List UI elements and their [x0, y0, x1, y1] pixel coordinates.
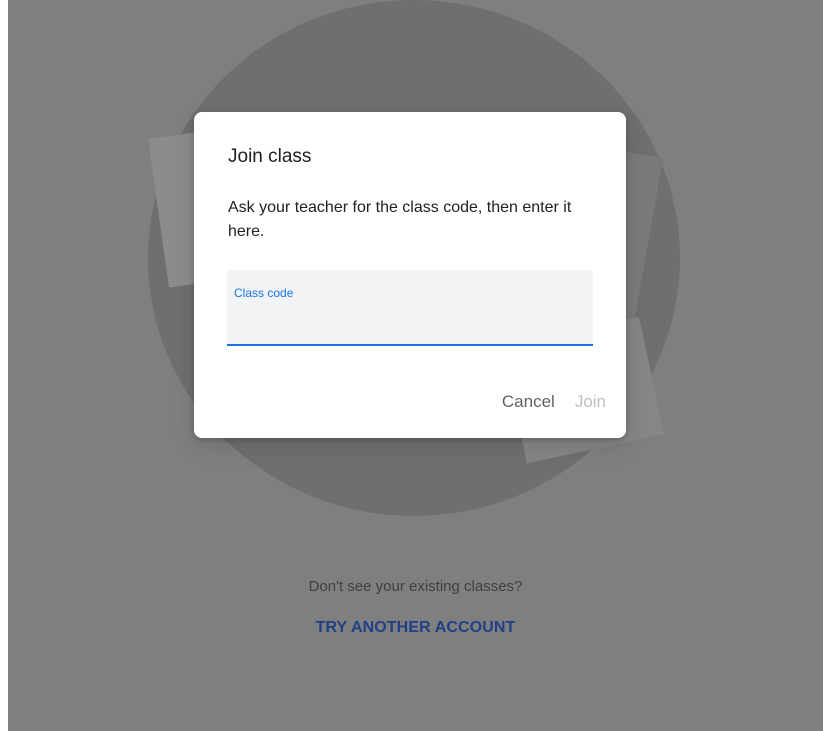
- cancel-button[interactable]: Cancel: [502, 392, 555, 412]
- dialog-instructions: Ask your teacher for the class code, the…: [228, 199, 572, 240]
- join-class-dialog: Join class Ask your teacher for the clas…: [194, 112, 626, 438]
- existing-classes-help-text: Don't see your existing classes?: [308, 578, 523, 595]
- class-code-input[interactable]: [233, 308, 587, 334]
- class-code-label: Class code: [234, 286, 294, 300]
- join-button[interactable]: Join: [575, 392, 606, 412]
- try-another-account-link[interactable]: TRY ANOTHER ACCOUNT: [8, 619, 823, 637]
- dialog-actions: Cancel Join: [502, 392, 606, 412]
- dialog-title: Join class: [228, 146, 312, 167]
- class-code-field[interactable]: Class code: [227, 270, 593, 346]
